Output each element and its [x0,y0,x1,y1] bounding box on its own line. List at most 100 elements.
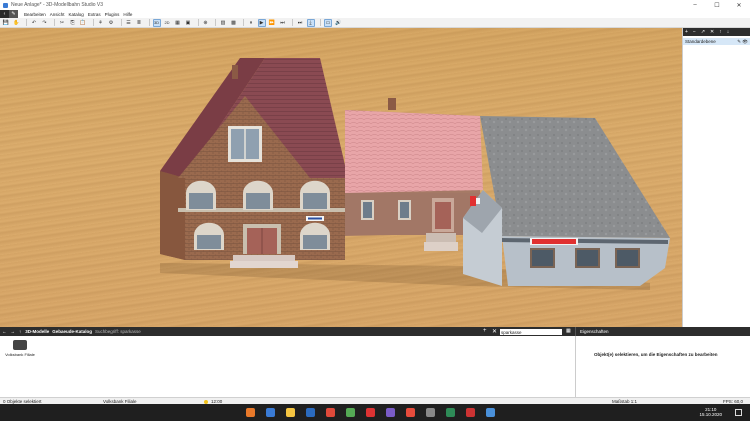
menu-ansicht[interactable]: Ansicht [50,12,65,17]
toolbar-undo-icon: ↶ [31,19,37,26]
catalog-up-icon[interactable]: ↑ [19,329,21,334]
taskbar-app-icon[interactable] [286,408,295,417]
back-button[interactable]: ‹ [0,10,9,18]
menu-extras[interactable]: Extras [88,12,101,17]
catalog-item-thumbnail [13,340,27,350]
toolbar-separator [148,19,150,26]
status-bar: 0 Objekte selektiert Volksbank Filiale 1… [0,397,750,404]
layer-edit-visibility-icons[interactable]: ✎ 👁 [737,39,748,45]
toolbar-copy-button[interactable]: ⎘ [69,19,77,27]
menu-katalog[interactable]: Katalog [69,12,84,17]
toolbar-stop-green-icon: ▨ [220,19,226,26]
toolbar-list-button[interactable]: ≣ [135,19,143,27]
toolbar-view-button[interactable]: ▭ [324,18,332,27]
toolbar-3d-button[interactable]: 3D [152,18,161,27]
taskbar-app-icon[interactable] [386,408,395,417]
toolbar-separator [54,19,55,26]
taskbar-app-icon[interactable] [486,408,495,417]
taskbar-app-icon[interactable] [446,408,455,417]
toolbar-distribute-icon: ⚘ [98,19,103,26]
properties-message: Objekt(e) selektieren, um die Eigenschaf… [594,352,718,357]
layer-item-standardebene[interactable]: Standardebene ✎ 👁 [683,38,750,45]
toolbar-cut-button[interactable]: ✂ [58,19,66,27]
toolbar-tile-button[interactable]: ▦ [174,19,182,27]
clock-icon [204,399,208,404]
edit-layer-icon[interactable]: ↗ [701,29,705,35]
toolbar-fast-button[interactable]: ⏩ [268,19,276,27]
taskbar-clock[interactable]: 21:10 15.10.2020 [699,407,722,417]
window-title: Neue Anlage* - 3D-Modellbahn Studio V3 [11,2,104,8]
toolbar-tile2-button[interactable]: ▣ [184,19,192,27]
taskbar-app-icon[interactable] [346,408,355,417]
catalog-search-input[interactable] [500,329,562,335]
toolbar-camera-icon: ⤓ [309,19,312,26]
toolbar-undo-button[interactable]: ↶ [30,19,38,27]
menu-bearbeiten[interactable]: Bearbeiten [24,12,46,17]
notification-icon[interactable] [735,409,742,416]
menu-hilfe[interactable]: Hilfe [123,12,132,17]
clock-date: 15.10.2020 [699,412,722,417]
toolbar-fast-icon: ⏩ [268,19,276,26]
move-up-icon[interactable]: ↑ [719,29,722,35]
minimize-button[interactable]: – [684,0,706,10]
breadcrumb-3d-modelle[interactable]: 3D-Modelle [25,329,49,334]
taskbar-app-icon[interactable] [406,408,415,417]
toolbar-distribute-button[interactable]: ⚘ [97,19,105,27]
remove-layer-icon[interactable]: − [693,29,696,35]
catalog-grid-icon[interactable]: ▦ [566,328,571,334]
toolbar-volume-button[interactable]: 🔊 [335,19,343,27]
catalog-add-icon[interactable]: + [483,328,487,334]
layers-panel: + − ↗ ✕ ↑ ↓ Standardebene ✎ 👁 [682,28,750,327]
toolbar-align-button[interactable]: ⚙ [107,19,115,27]
menu-plugins[interactable]: Plugins [105,12,120,17]
toolbar-2d-button[interactable]: 2D [163,19,171,27]
toolbar-stop-blue-button[interactable]: ▩ [230,19,238,27]
catalog-header: ← → ↑ 3D-Modelle Gebaeude-Katalog Suchbe… [0,327,575,336]
breadcrumb-gebaeude[interactable]: Gebaeude-Katalog [52,329,92,334]
delete-layer-icon[interactable]: ✕ [710,29,714,35]
toolbar-paste-button[interactable]: 📋 [79,19,87,27]
catalog-forward-icon[interactable]: → [11,329,16,334]
taskbar-app-icon[interactable] [246,408,255,417]
breadcrumb-search: Suchbegriff: sparkasse [95,329,141,334]
catalog-item-label: Volksbank Filiale [5,352,35,357]
toolbar-3d-icon: 3D [153,20,160,25]
catalog-clear-icon[interactable]: ✕ [492,328,497,335]
toolbar-tile2-icon: ▣ [185,19,191,26]
toolbar-hand-button[interactable]: ✋ [13,19,21,27]
taskbar-app-icon[interactable] [426,408,435,417]
taskbar-app-icon[interactable] [366,408,375,417]
layers-toolbar: + − ↗ ✕ ↑ ↓ [683,28,750,36]
catalog-back-icon[interactable]: ← [2,329,7,334]
toolbar-grid-button[interactable]: ☰ [125,19,133,27]
3d-viewport[interactable] [0,28,682,327]
toolbar-separator [197,19,199,26]
toolbar-separator [243,19,244,26]
toolbar-tile-icon: ▦ [175,19,180,26]
toolbar-save-button[interactable]: 💾 [2,19,10,27]
toolbar-camera-button[interactable]: ⤓ [306,18,315,27]
toolbar-align-icon: ⚙ [108,19,114,26]
toolbar-pause-button[interactable]: ⏸ [247,19,255,27]
taskbar-app-icon[interactable] [466,408,475,417]
close-button[interactable]: ✕ [728,0,750,10]
catalog-item[interactable]: Volksbank Filiale [3,340,37,357]
toolbar-end-button[interactable]: ⏭ [296,19,304,27]
add-layer-icon[interactable]: + [685,29,688,35]
toolbar-separator [292,19,293,26]
pencil-icon: ✎ [11,11,16,17]
move-down-icon[interactable]: ↓ [727,29,730,35]
toolbar-faster-button[interactable]: ⏭ [279,19,287,27]
toolbar-add-button[interactable]: ⊕ [202,19,210,27]
toolbar-view-icon: ▭ [325,19,331,26]
edit-mode-button[interactable]: ✎ [9,10,18,18]
taskbar-app-icon[interactable] [306,408,315,417]
taskbar: 21:10 15.10.2020 [0,404,750,421]
taskbar-app-icon[interactable] [326,408,335,417]
toolbar-save-icon: 💾 [2,19,10,26]
toolbar-stop-green-button[interactable]: ▨ [219,19,227,27]
taskbar-app-icon[interactable] [266,408,275,417]
toolbar-play-button[interactable]: ▶ [257,18,266,27]
toolbar-redo-button[interactable]: ↷ [41,19,49,27]
maximize-button[interactable]: ☐ [706,0,728,10]
